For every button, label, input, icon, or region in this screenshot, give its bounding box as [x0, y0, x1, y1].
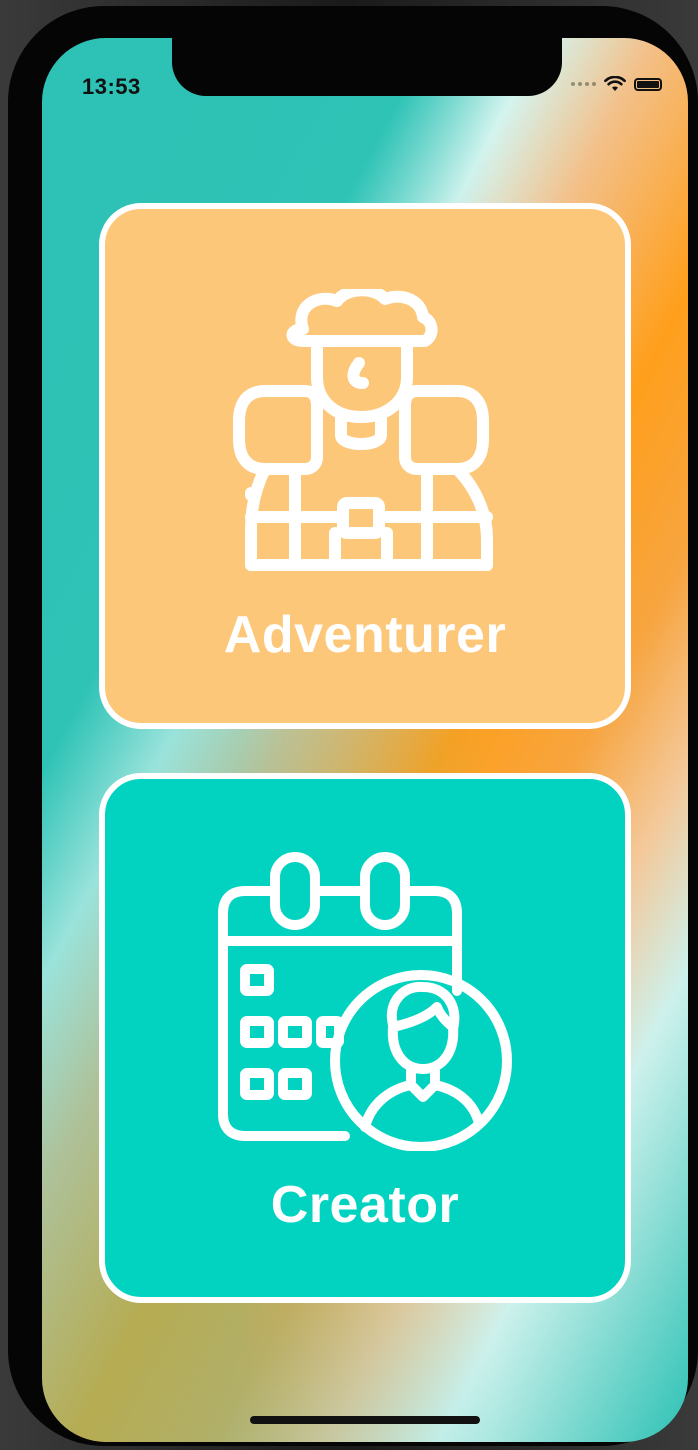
- signal-icon: [571, 82, 596, 86]
- status-time: 13:53: [82, 74, 141, 99]
- creator-card[interactable]: Creator: [99, 773, 631, 1303]
- app-screen: 13:53 Adventurer Creator: [42, 38, 688, 1442]
- home-indicator[interactable]: [250, 1416, 480, 1424]
- calendar-user-icon: [218, 852, 512, 1151]
- status-indicators: [571, 76, 662, 92]
- backpacker-icon: [233, 289, 493, 571]
- adventurer-card[interactable]: Adventurer: [99, 203, 631, 729]
- backpacker-icon-wrap: [105, 289, 625, 579]
- creator-label: Creator: [270, 1176, 460, 1234]
- device-background: 13:53 Adventurer Creator: [0, 0, 698, 1450]
- camera-notch: [172, 38, 562, 96]
- battery-icon: [634, 77, 662, 91]
- calendar-user-icon-wrap: [105, 851, 625, 1151]
- phone-frame: 13:53 Adventurer Creator: [8, 6, 698, 1446]
- adventurer-label: Adventurer: [223, 606, 507, 664]
- wifi-icon: [604, 76, 626, 91]
